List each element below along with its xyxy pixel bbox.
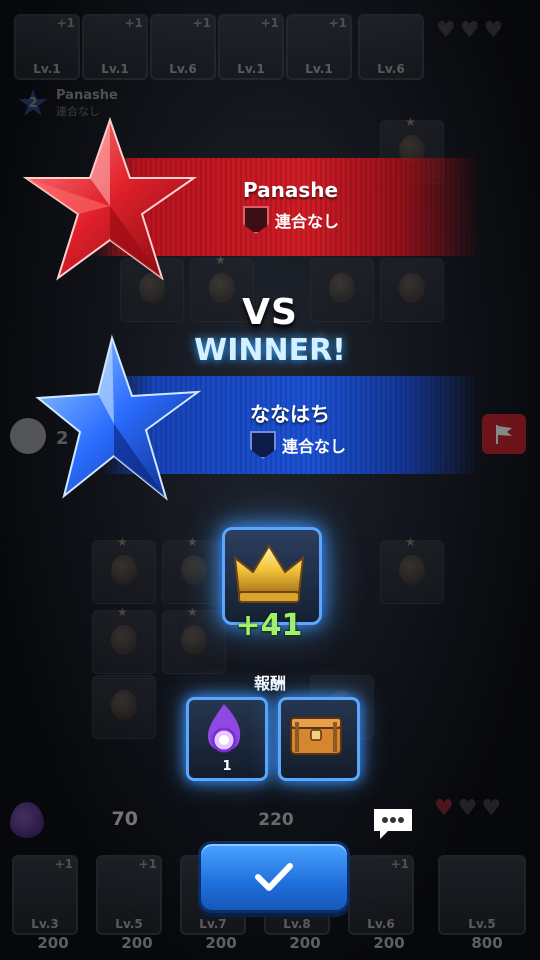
opponent-clan: 連合なし	[243, 206, 339, 234]
chat-bubble-icon	[374, 809, 412, 839]
reward-count: 1	[222, 759, 232, 774]
reward-item[interactable]: 1	[186, 697, 268, 781]
red-star-icon	[22, 116, 198, 281]
clan-shield-icon	[250, 431, 276, 459]
vs-label: VS	[242, 292, 298, 333]
blue-star-icon	[35, 334, 202, 501]
opponent-name: Panashe	[243, 178, 339, 202]
checkmark-icon	[255, 863, 293, 891]
purple-flame-orb-icon	[207, 704, 241, 753]
confirm-button[interactable]	[198, 841, 350, 913]
chat-button[interactable]	[370, 805, 416, 841]
clan-shield-icon	[243, 206, 269, 234]
crown-icon	[233, 544, 305, 603]
opponent-info: Panashe 連合なし	[243, 178, 339, 234]
player-clan-label: 連合なし	[282, 437, 347, 456]
player-clan: 連合なし	[250, 431, 346, 459]
reward-item[interactable]	[278, 697, 360, 781]
opponent-clan-label: 連合なし	[275, 212, 340, 231]
player-info: ななはち 連合なし	[250, 398, 346, 459]
player-name: ななはち	[250, 402, 330, 426]
crown-delta: +41	[235, 608, 303, 643]
treasure-chest-icon	[290, 717, 342, 755]
rewards-label: 報酬	[253, 674, 286, 693]
